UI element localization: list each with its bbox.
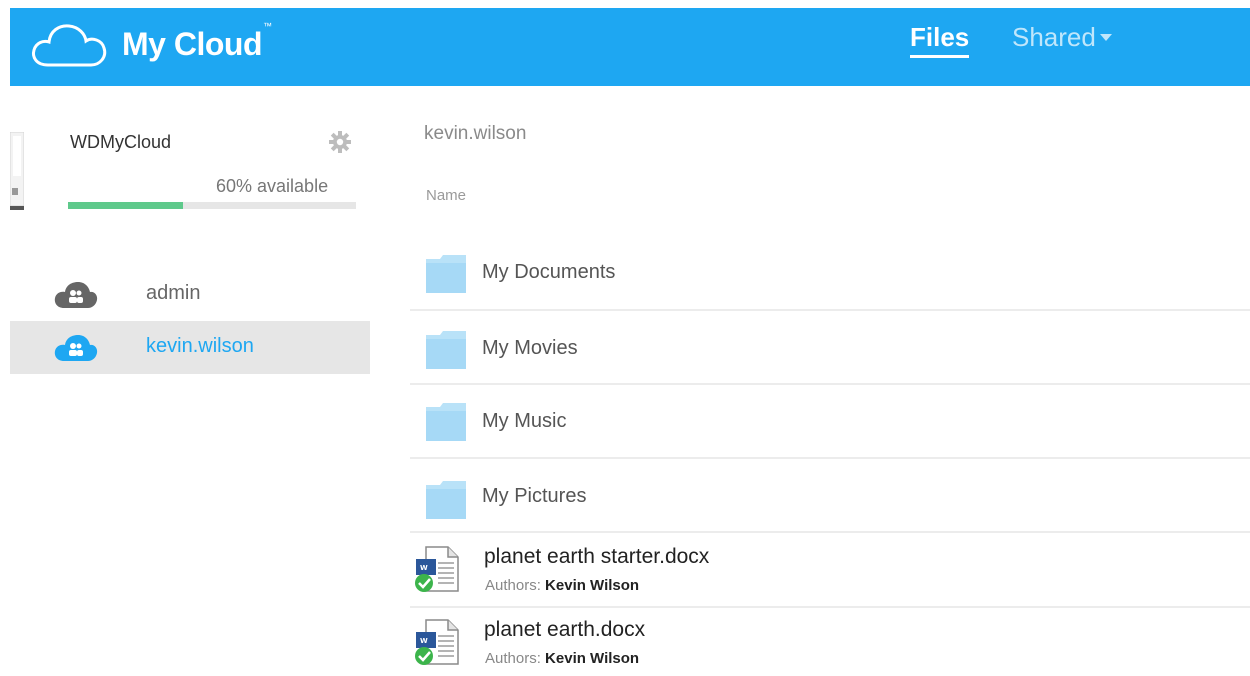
svg-text:W: W	[420, 637, 428, 645]
word-document-icon: W	[414, 545, 460, 598]
folder-icon	[426, 403, 466, 446]
word-document-icon: W	[414, 618, 460, 671]
folder-row-my-music[interactable]: My Music	[410, 385, 1250, 459]
device-name: WDMyCloud	[70, 132, 172, 152]
authors-label: Authors:	[485, 650, 541, 667]
folder-icon	[426, 255, 466, 298]
author-name: Kevin Wilson	[545, 650, 640, 667]
file-name: planet earth starter.docx	[484, 545, 710, 568]
device-drive-icon	[9, 131, 25, 214]
cloud-user-icon	[54, 334, 98, 367]
folder-row-my-movies[interactable]: My Movies	[410, 311, 1250, 385]
user-name-kevin-wilson: kevin.wilson	[146, 335, 254, 357]
folder-icon	[426, 331, 466, 374]
folder-row-my-documents[interactable]: My Documents	[410, 237, 1250, 311]
file-authors: Authors: Kevin Wilson	[485, 650, 639, 667]
folder-name: My Music	[482, 410, 567, 432]
folder-name: My Movies	[482, 337, 578, 359]
file-authors: Authors: Kevin Wilson	[485, 577, 639, 594]
tab-files[interactable]: Files	[910, 22, 970, 58]
authors-label: Authors:	[485, 577, 541, 594]
tab-shared[interactable]: Shared	[1012, 22, 1112, 52]
tab-shared-label: Shared	[1012, 22, 1096, 52]
folder-row-my-pictures[interactable]: My Pictures	[410, 459, 1250, 533]
user-item-kevin-wilson[interactable]: kevin.wilson	[10, 321, 370, 374]
folder-icon	[426, 481, 466, 524]
user-name-admin: admin	[146, 282, 201, 304]
author-name: Kevin Wilson	[545, 577, 640, 594]
user-item-admin[interactable]: admin	[10, 268, 370, 321]
app-header: My Cloud™ Files Shared	[10, 8, 1250, 86]
chevron-down-icon	[1099, 33, 1112, 41]
svg-text:W: W	[420, 564, 428, 572]
storage-usage-bar	[68, 202, 356, 209]
storage-usage-fill	[68, 202, 184, 209]
storage-available-text: 60% available	[216, 176, 329, 196]
brand-title: My Cloud™	[122, 21, 272, 62]
column-header-name[interactable]: Name	[426, 187, 466, 204]
folder-name: My Pictures	[482, 485, 587, 507]
file-row-planet-earth-starter[interactable]: W planet earth starter.docx Authors: Kev…	[410, 535, 1250, 608]
file-row-planet-earth[interactable]: W planet earth.docx Authors: Kevin Wilso…	[410, 608, 1250, 676]
breadcrumb: kevin.wilson	[424, 123, 527, 144]
folder-name: My Documents	[482, 261, 616, 283]
gear-icon[interactable]	[328, 130, 352, 159]
cloud-user-icon	[54, 281, 98, 314]
file-name: planet earth.docx	[484, 618, 646, 641]
cloud-logo-icon	[30, 19, 110, 78]
